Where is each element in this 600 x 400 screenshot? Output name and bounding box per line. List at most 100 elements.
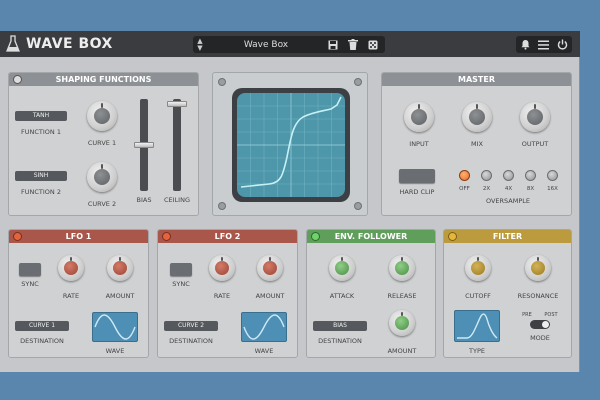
function2-select[interactable]: SINH xyxy=(15,171,67,181)
dice-icon[interactable] xyxy=(365,39,381,51)
preset-name[interactable]: Wave Box xyxy=(207,40,325,50)
release-label: RELEASE xyxy=(387,292,417,300)
resonance-knob[interactable] xyxy=(525,255,551,281)
lfo2-amount-knob[interactable] xyxy=(257,255,283,281)
lfo1-title: LFO 1 xyxy=(65,232,92,241)
lfo2-wave-label: WAVE xyxy=(254,347,274,355)
save-icon[interactable] xyxy=(325,39,341,51)
screw-icon xyxy=(218,78,226,86)
output-label: OUTPUT xyxy=(521,140,549,148)
lfo1-destination-label: DESTINATION xyxy=(20,337,64,345)
cutoff-knob[interactable] xyxy=(465,255,491,281)
lfo1-power-toggle[interactable] xyxy=(13,232,22,241)
lfo1-panel: LFO 1 SYNC RATE AMOUNT CURVE 1 DESTINATI… xyxy=(8,229,149,358)
oversample-4x-label: 4X xyxy=(504,186,513,192)
env-follower-panel: ENV. FOLLOWER ATTACK RELEASE BIAS DESTIN… xyxy=(306,229,436,358)
lfo2-rate-label: RATE xyxy=(213,292,231,300)
screw-icon xyxy=(354,78,362,86)
env-destination-label: DESTINATION xyxy=(318,337,362,345)
lfo2-title: LFO 2 xyxy=(214,232,241,241)
oversample-4x-button[interactable] xyxy=(503,170,514,181)
attack-knob[interactable] xyxy=(329,255,355,281)
lfo2-wave-display[interactable] xyxy=(241,312,287,342)
lfo1-wave-display[interactable] xyxy=(92,312,138,342)
mix-knob[interactable] xyxy=(462,102,492,132)
lfo1-amount-knob[interactable] xyxy=(107,255,133,281)
filter-mode-switch[interactable] xyxy=(530,320,550,329)
hard-clip-button[interactable] xyxy=(399,169,435,183)
env-amount-knob[interactable] xyxy=(389,310,415,336)
input-knob[interactable] xyxy=(404,102,434,132)
curve1-label: CURVE 1 xyxy=(87,139,117,147)
function1-select[interactable]: TANH xyxy=(15,111,67,121)
shaping-power-toggle[interactable] xyxy=(13,75,22,84)
filter-curve-icon xyxy=(457,313,498,339)
ceiling-fader[interactable] xyxy=(173,99,181,191)
env-follower-power-toggle[interactable] xyxy=(311,232,320,241)
oversample-off-label: OFF xyxy=(459,186,470,192)
lfo1-destination-select[interactable]: CURVE 1 xyxy=(15,321,69,331)
logo: WAVE BOX xyxy=(6,35,113,53)
power-icon[interactable] xyxy=(557,39,569,51)
bias-fader-cap[interactable] xyxy=(134,142,154,148)
input-label: INPUT xyxy=(409,140,429,148)
oversample-16x-label: 16X xyxy=(547,186,558,192)
lfo1-rate-knob[interactable] xyxy=(58,255,84,281)
attack-label: ATTACK xyxy=(329,292,355,300)
lfo1-header: LFO 1 xyxy=(9,230,148,243)
ceiling-fader-cap[interactable] xyxy=(167,101,187,107)
env-amount-label: AMOUNT xyxy=(387,347,417,355)
filter-panel: FILTER CUTOFF RESONANCE TYPE PRE POST MO… xyxy=(443,229,572,358)
mix-label: MIX xyxy=(471,140,483,148)
cutoff-label: CUTOFF xyxy=(465,292,491,300)
oversample-off-button[interactable] xyxy=(459,170,470,181)
lfo1-sync-button[interactable] xyxy=(19,263,41,276)
oversample-label: OVERSAMPLE xyxy=(485,197,531,205)
lfo2-sync-button[interactable] xyxy=(170,263,192,276)
resonance-label: RESONANCE xyxy=(517,292,559,300)
lfo1-amount-label: AMOUNT xyxy=(105,292,135,300)
master-panel: MASTER INPUT MIX OUTPUT HARD CLIP OFF 2X… xyxy=(381,72,572,216)
app-title: WAVE BOX xyxy=(26,36,113,52)
lfo1-wave-label: WAVE xyxy=(105,347,125,355)
output-knob[interactable] xyxy=(520,102,550,132)
filter-title: FILTER xyxy=(492,232,523,241)
lfo2-amount-label: AMOUNT xyxy=(255,292,285,300)
filter-type-display[interactable] xyxy=(454,310,500,342)
lfo2-sync-label: SYNC xyxy=(172,280,190,288)
release-knob[interactable] xyxy=(389,255,415,281)
filter-mode-label: MODE xyxy=(530,334,550,342)
oversample-2x-button[interactable] xyxy=(481,170,492,181)
utility-buttons xyxy=(516,36,572,53)
curve2-knob[interactable] xyxy=(87,162,117,192)
shaping-title: SHAPING FUNCTIONS xyxy=(55,75,152,84)
filter-type-label: TYPE xyxy=(469,347,485,355)
filter-power-toggle[interactable] xyxy=(448,232,457,241)
filter-post-label: POST xyxy=(544,312,558,318)
lfo2-destination-label: DESTINATION xyxy=(169,337,213,345)
env-destination-select[interactable]: BIAS xyxy=(313,321,367,331)
transfer-curve-display xyxy=(232,88,350,202)
shaping-panel: SHAPING FUNCTIONS TANH FUNCTION 1 CURVE … xyxy=(8,72,199,216)
oversample-8x-button[interactable] xyxy=(525,170,536,181)
master-title: MASTER xyxy=(458,75,495,84)
env-follower-title: ENV. FOLLOWER xyxy=(334,232,408,241)
shaping-header: SHAPING FUNCTIONS xyxy=(9,73,198,86)
lfo1-rate-label: RATE xyxy=(62,292,80,300)
preset-arrows-icon[interactable]: ▲ ▼ xyxy=(193,37,207,52)
oversample-16x-button[interactable] xyxy=(547,170,558,181)
lfo2-destination-select[interactable]: CURVE 2 xyxy=(164,321,218,331)
curve1-knob[interactable] xyxy=(87,101,117,131)
bell-icon[interactable] xyxy=(519,39,531,51)
lfo2-rate-knob[interactable] xyxy=(209,255,235,281)
screw-icon xyxy=(354,202,362,210)
lfo2-power-toggle[interactable] xyxy=(162,232,171,241)
screw-icon xyxy=(218,202,226,210)
trash-icon[interactable] xyxy=(345,39,361,51)
function1-label: FUNCTION 1 xyxy=(21,128,61,136)
menu-icon[interactable] xyxy=(538,39,550,51)
lfo2-header: LFO 2 xyxy=(158,230,297,243)
preset-bar: ▲ ▼ Wave Box xyxy=(193,36,385,53)
hard-clip-label: HARD CLIP xyxy=(399,188,435,196)
ceiling-label: CEILING xyxy=(164,196,190,204)
